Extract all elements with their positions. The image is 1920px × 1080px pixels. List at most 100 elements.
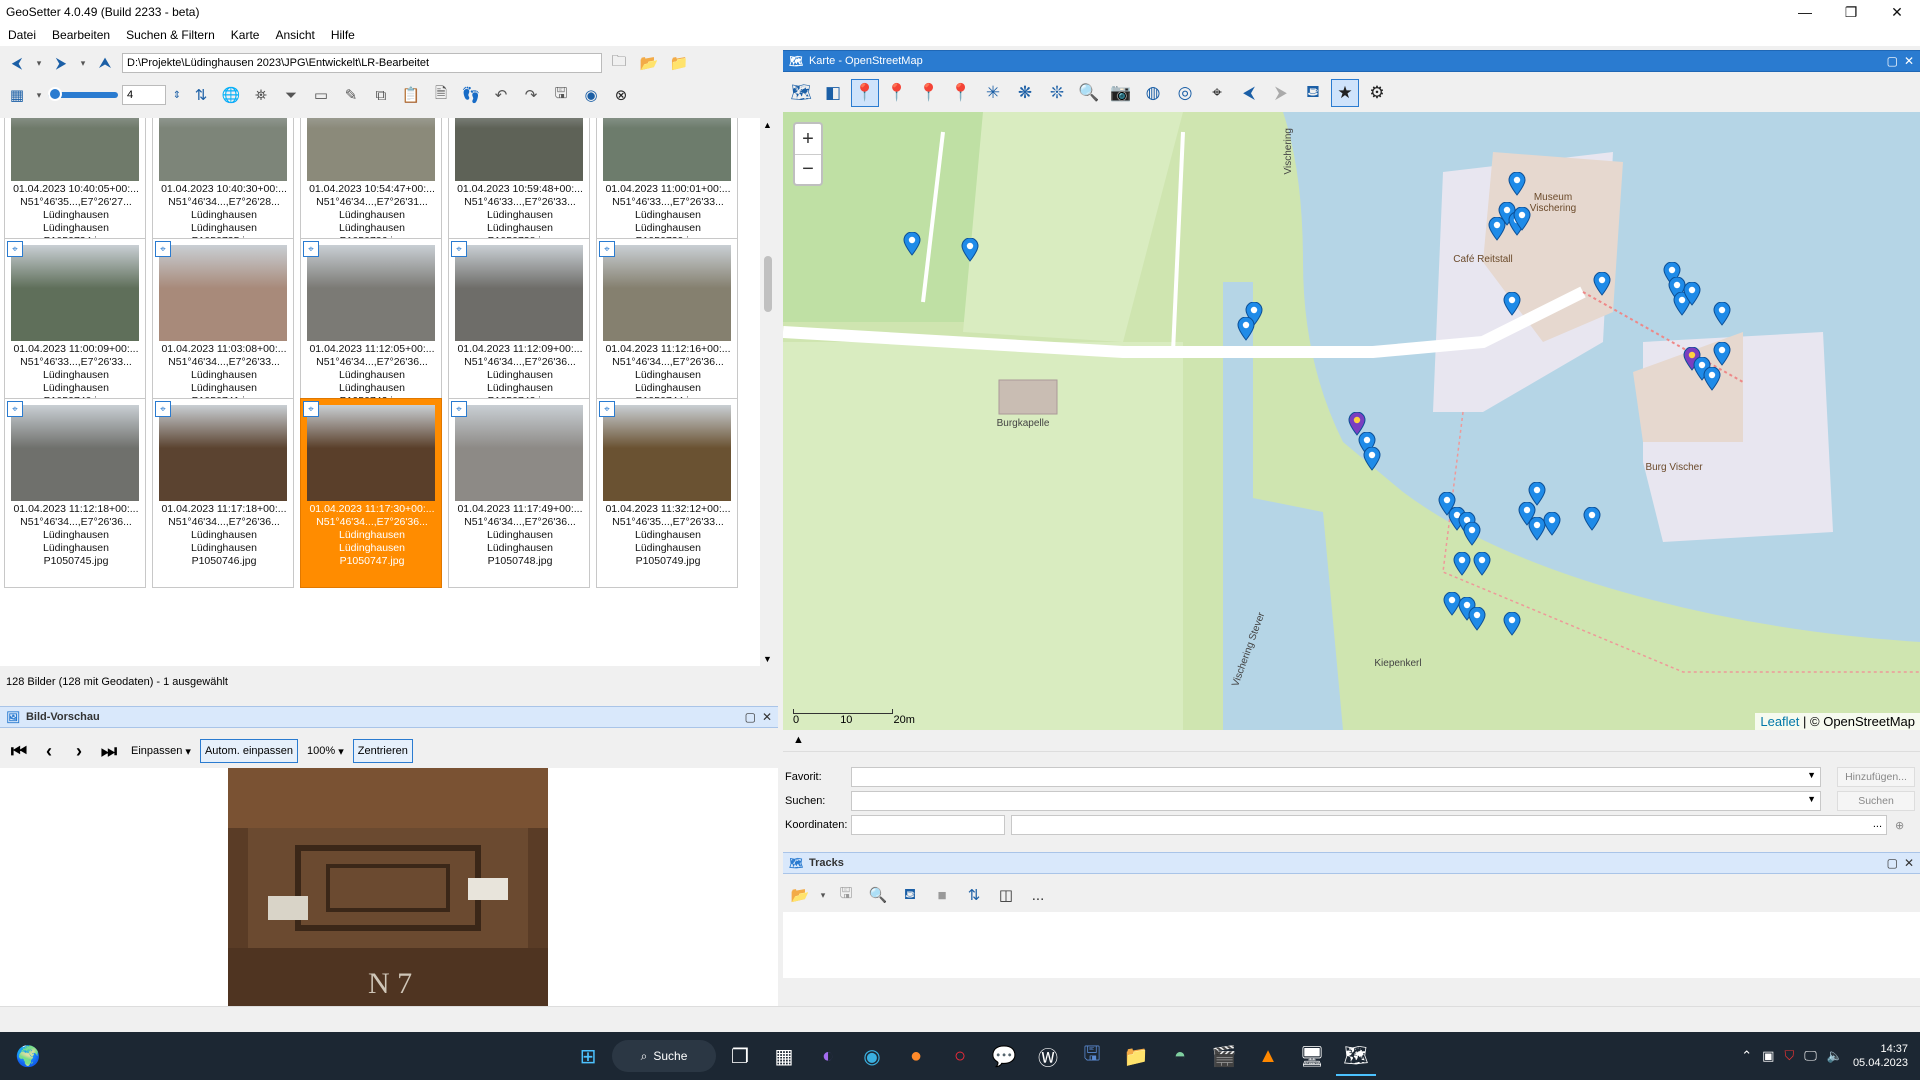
thumbnail-scrollbar[interactable]: ▲ ▼ (760, 118, 776, 666)
search-dropdown[interactable]: ▼ (851, 791, 1821, 811)
thumbnail-item[interactable]: ⌖ 01.04.2023 11:17:30+00:... N51°46'34...,… (300, 398, 442, 588)
path-input[interactable]: D:\Projekte\Lüdinghausen 2023\JPG\Entwic… (122, 53, 602, 73)
center-button[interactable]: Zentrieren (352, 739, 413, 763)
menu-hilfe[interactable]: Hilfe (323, 28, 363, 42)
map-settings-gear-icon[interactable]: ⚙ (1363, 79, 1391, 107)
photo-marker-icon[interactable] (1593, 272, 1611, 296)
thumbnail-item[interactable]: ⌖ 01.04.2023 11:12:18+00:... N51°46'34...,… (4, 398, 146, 588)
favorite-star-icon[interactable]: ★ (1331, 79, 1359, 107)
view-mode-icon[interactable]: ▦ (4, 83, 30, 107)
zoom-out-button[interactable]: − (795, 154, 821, 184)
coordinates-input-1[interactable] (851, 815, 1005, 835)
globe-icon[interactable]: 🌐 (218, 83, 244, 107)
open-track-dropdown-icon[interactable]: ▾ (819, 883, 827, 907)
map-close-icon[interactable]: ✕ (1904, 54, 1914, 68)
save-track-icon[interactable]: 🖫 (833, 883, 859, 907)
taskbar-clock[interactable]: 14:37 05.04.2023 (1853, 1042, 1908, 1070)
zoom-search-icon[interactable]: 🔍 (1075, 79, 1103, 107)
collapse-arrow-icon[interactable]: ▲ (793, 734, 804, 746)
media-app-icon[interactable]: ◐ (808, 1036, 848, 1076)
multi-marker-icon[interactable]: ✳ (979, 79, 1007, 107)
footprints-icon[interactable]: 👣 (458, 83, 484, 107)
slider-thumb[interactable] (48, 87, 62, 101)
browse-folder-icon[interactable]: 🗀 (606, 51, 632, 75)
track-sort-icon[interactable]: ⇅ (961, 883, 987, 907)
auto-fit-button[interactable]: Autom. einpassen (199, 739, 299, 763)
search-button[interactable]: Suchen (1837, 791, 1915, 811)
menu-bearbeiten[interactable]: Bearbeiten (44, 28, 118, 42)
helmet-app-icon[interactable]: ◓ (1160, 1036, 1200, 1076)
sync-globe-icon[interactable]: ◉ (578, 83, 604, 107)
back-arrow-icon[interactable]: ⮜ (4, 51, 30, 75)
tracks-restore-icon[interactable]: ▢ (1887, 856, 1898, 870)
thumbnail-item[interactable]: ⌖ 01.04.2023 11:17:18+00:... N51°46'34...,… (152, 398, 294, 588)
photo-marker-icon[interactable] (903, 232, 921, 256)
coordinates-target-icon[interactable]: ⊕ (1895, 819, 1904, 832)
calculator-icon[interactable]: ▦ (764, 1036, 804, 1076)
photo-marker-icon[interactable] (1453, 552, 1471, 576)
photo-marker-icon[interactable] (1508, 172, 1526, 196)
file-explorer-icon[interactable]: 📁 (1116, 1036, 1156, 1076)
open-track-icon[interactable]: 📂 (787, 883, 813, 907)
task-view-icon[interactable]: ❐ (720, 1036, 760, 1076)
save-icon[interactable]: 🖫 (548, 83, 574, 107)
last-image-icon[interactable]: ⏭ (96, 739, 122, 763)
map-forward-icon[interactable]: ⮞ (1267, 79, 1295, 107)
paste-icon[interactable]: 📋 (398, 83, 424, 107)
photo-marker-icon[interactable] (1463, 522, 1481, 546)
document-icon[interactable]: 🗎 (428, 83, 454, 107)
marker-position-icon[interactable]: 📍 (851, 79, 879, 107)
map-view[interactable]: + − Museum Vischering Café Reitstall Bur… (783, 112, 1920, 730)
copy-icon[interactable]: ⧉ (368, 83, 394, 107)
tray-network-icon[interactable]: 🖵 (1804, 1048, 1817, 1064)
edge-icon[interactable]: ◉ (852, 1036, 892, 1076)
taskbar-search[interactable]: ⌕ Suche (612, 1040, 716, 1072)
zoom-value-input[interactable]: 4 (122, 85, 166, 105)
menu-ansicht[interactable]: Ansicht (267, 28, 322, 42)
track-line-icon[interactable]: ⛾ (897, 883, 923, 907)
goto-marker-icon[interactable]: 📍 (947, 79, 975, 107)
thumbnail-item[interactable]: ⌖ 01.04.2023 11:17:49+00:... N51°46'34...,… (448, 398, 590, 588)
frame-icon[interactable]: ▭ (308, 83, 334, 107)
track-icon[interactable]: ⛾ (1299, 79, 1327, 107)
photo-marker-icon[interactable] (1488, 217, 1506, 241)
back-dropdown-icon[interactable]: ▾ (34, 51, 44, 75)
photo-marker-icon[interactable] (1363, 447, 1381, 471)
windows-start-icon[interactable]: ⊞ (568, 1036, 608, 1076)
writer-icon[interactable]: Ⓦ (1028, 1036, 1068, 1076)
binoculars-icon[interactable]: ⛯ (248, 83, 274, 107)
fit-dropdown[interactable]: Einpassen ▾ (126, 739, 196, 763)
track-box-icon[interactable]: ■ (929, 883, 955, 907)
tray-app-icon[interactable]: ▣ (1762, 1048, 1774, 1064)
photo-marker-icon[interactable] (1237, 317, 1255, 341)
panel-restore-icon[interactable]: ▢ (745, 710, 756, 724)
globe-widget-icon[interactable]: 🌍 (8, 1036, 48, 1076)
tracks-close-icon[interactable]: ✕ (1904, 856, 1914, 870)
photo-marker-icon[interactable] (1468, 607, 1486, 631)
map-back-icon[interactable]: ⮜ (1235, 79, 1263, 107)
thumbnail-item[interactable]: ⌖ 01.04.2023 11:32:12+00:... N51°46'35...,… (596, 398, 738, 588)
tray-chevron-icon[interactable]: ⌃ (1741, 1048, 1752, 1064)
zoom-stepper-icon[interactable]: ⇕ (170, 83, 184, 107)
up-folder-icon[interactable]: ⮝ (92, 51, 118, 75)
view-mode-dropdown-icon[interactable]: ▾ (34, 83, 44, 107)
leaflet-link[interactable]: Leaflet (1760, 714, 1799, 729)
add-favorite-button[interactable]: Hinzufügen... (1837, 767, 1915, 787)
open-folder-icon[interactable]: 📂 (636, 51, 662, 75)
filter-icon[interactable]: ⏷ (278, 83, 304, 107)
cluster-all-icon[interactable]: ❊ (1043, 79, 1071, 107)
photo-marker-icon[interactable] (1503, 292, 1521, 316)
target-icon[interactable]: ⌖ (1203, 79, 1231, 107)
map-type-icon[interactable]: 🗺 (787, 79, 815, 107)
save-app-icon[interactable]: 🖫 (1072, 1036, 1112, 1076)
track-columns-icon[interactable]: ◫ (993, 883, 1019, 907)
photo-marker-icon[interactable] (1703, 367, 1721, 391)
redo-icon[interactable]: ↷ (518, 83, 544, 107)
menu-datei[interactable]: Datei (0, 28, 44, 42)
forward-arrow-icon[interactable]: ⮞ (48, 51, 74, 75)
remote-app-icon[interactable]: 🖥 (1292, 1036, 1332, 1076)
menu-suchen-filtern[interactable]: Suchen & Filtern (118, 28, 223, 42)
forward-dropdown-icon[interactable]: ▾ (78, 51, 88, 75)
tray-shield-icon[interactable]: ⛉ (1784, 1048, 1794, 1064)
photo-marker-icon[interactable] (1543, 512, 1561, 536)
